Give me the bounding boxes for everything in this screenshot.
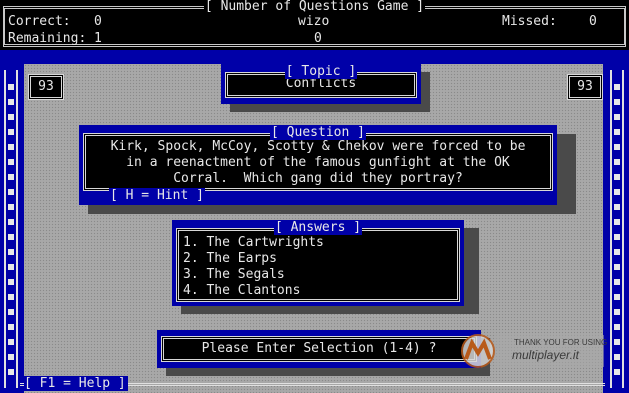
remaining-label: Remaining: [8,31,87,46]
right-ladder [610,70,624,388]
question-line-3: Corral. Which gang did they portray? [173,171,463,186]
answer-option-1[interactable]: 1. The Cartwrights [183,235,457,251]
question-title-row: [ Question ] [79,125,557,140]
ladder-dot [8,324,14,330]
ladder-dot [8,309,14,315]
left-ladder [4,70,18,388]
ladder-dot [8,84,14,90]
ladder-dot [8,129,14,135]
ladder-dot [614,129,620,135]
ladder-dot [8,174,14,180]
help-label[interactable]: [ F1 = Help ] [24,376,128,391]
answer-option-2[interactable]: 2. The Earps [183,251,457,267]
correct-value: 0 [94,14,102,29]
hint-label[interactable]: [ H = Hint ] [109,188,205,203]
question-panel: Kirk, Spock, McCoy, Scotty & Chekov were… [79,125,557,205]
remaining-value: 1 [94,31,102,46]
ladder-dot [614,204,620,210]
prompt-inner: Please Enter Selection (1-4) ? [161,336,477,362]
ladder-dot [614,114,620,120]
ladder-dot [8,279,14,285]
watermark-line-1: THANK YOU FOR USING [514,338,608,347]
ladder-dot [8,234,14,240]
ladder-dot [8,249,14,255]
topic-title-row: [ Topic ] [221,64,421,79]
ladder-dot [614,324,620,330]
left-score-box: 93 [28,74,64,100]
player-name: wizo [298,14,330,29]
ladder-dot [8,189,14,195]
ladder-dot [614,234,620,240]
ladder-dot [8,219,14,225]
game-title: [ Number of Questions Game ] [203,0,426,14]
ladder-dot [8,339,14,345]
answers-inner: 1. The Cartwrights 2. The Earps 3. The S… [176,228,460,302]
topic-panel: Conflicts [ Topic ] [221,64,421,104]
ladder-dot [8,369,14,375]
ladder-dot [8,204,14,210]
header-title-row: [ Number of Questions Game ] [0,0,629,14]
correct-label: Correct: [8,14,71,29]
ladder-dot [8,144,14,150]
ladder-dot [614,189,620,195]
ladder-dot [8,99,14,105]
player-score: 0 [314,31,322,46]
answers-title: [ Answers ] [273,220,363,235]
ladder-dot [614,309,620,315]
selection-prompt[interactable]: Please Enter Selection (1-4) ? [164,339,474,359]
answers-title-row: [ Answers ] [172,220,464,235]
ladder-dot [8,264,14,270]
topic-title: [ Topic ] [284,64,358,79]
ladder-dot [614,294,620,300]
missed-value: 0 [589,14,597,29]
ladder-dot [614,249,620,255]
prompt-panel: Please Enter Selection (1-4) ? [157,330,481,368]
answer-option-3[interactable]: 3. The Segals [183,267,457,283]
ladder-dot [614,99,620,105]
question-inner: Kirk, Spock, McCoy, Scotty & Chekov were… [83,133,553,191]
ladder-dot [614,84,620,90]
ladder-dot [8,354,14,360]
ladder-dot [614,354,620,360]
ladder-dot [614,159,620,165]
game-header: [ Number of Questions Game ] Correct: 0 … [0,0,629,50]
ladder-dot [614,219,620,225]
watermark-line-2: multiplayer.it [512,348,579,362]
answers-panel: 1. The Cartwrights 2. The Earps 3. The S… [172,220,464,306]
missed-label: Missed: [502,14,557,29]
ladder-dot [614,339,620,345]
question-line-2: in a reenactment of the famous gunfight … [126,155,510,170]
ladder-dot [614,279,620,285]
ladder-dot [8,114,14,120]
multiplayer-watermark: THANK YOU FOR USING multiplayer.it [458,331,608,371]
ladder-dot [614,264,620,270]
question-line-1: Kirk, Spock, McCoy, Scotty & Chekov were… [110,139,526,154]
answer-option-4[interactable]: 4. The Clantons [183,283,457,299]
right-score-box: 93 [567,74,603,100]
ladder-dot [614,144,620,150]
question-title: [ Question ] [270,125,366,140]
ladder-dot [8,159,14,165]
ladder-dot [614,174,620,180]
ladder-dot [8,294,14,300]
ladder-dot [614,369,620,375]
